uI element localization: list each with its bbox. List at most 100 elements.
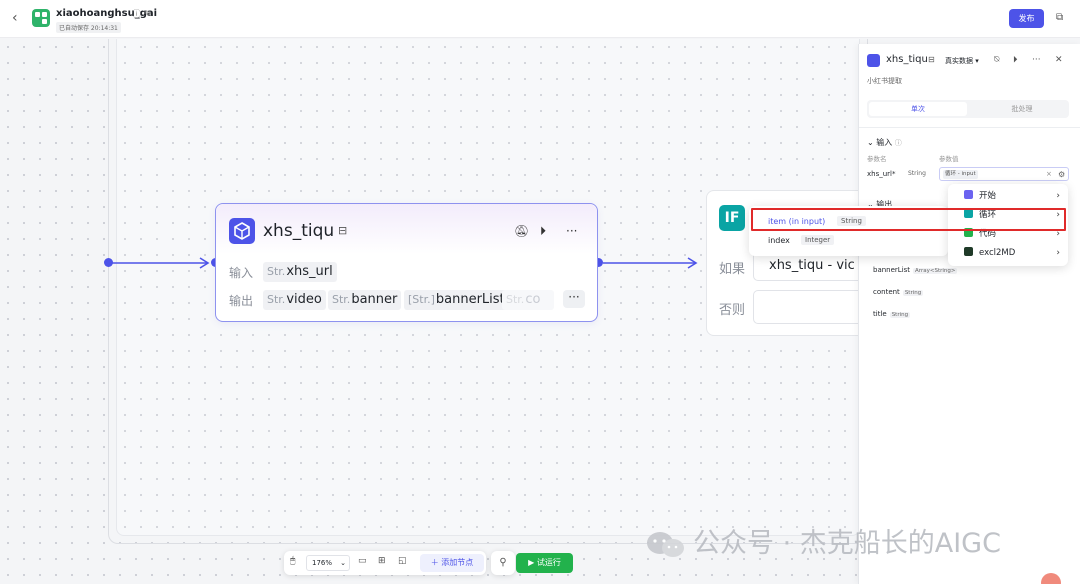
param-type: Str.: [506, 293, 525, 306]
else-field[interactable]: [753, 290, 867, 324]
output-row: bannerList Array<String>: [873, 266, 958, 274]
variable-tag: 循环 - input: [943, 170, 978, 179]
section-label: 输入: [876, 138, 893, 147]
mouse-icon[interactable]: 🖱︎: [290, 556, 295, 566]
play-icon[interactable]: ⏵︎: [540, 224, 546, 239]
tab-single[interactable]: 单次: [869, 102, 967, 116]
annotation-highlight: [751, 208, 1066, 231]
menu-item-excl2md[interactable]: excl2MD ›: [964, 245, 1064, 261]
output-type: Array<String>: [913, 268, 958, 274]
col-param-name: 参数名: [867, 155, 887, 163]
output-name: bannerList: [873, 266, 911, 274]
cube-icon: [229, 218, 255, 244]
param-name: xhs_url: [286, 264, 333, 279]
input-param-pill: Str.xhs_url: [263, 262, 337, 282]
output-param-pill: Str.co: [502, 290, 554, 310]
cube-icon: [867, 54, 880, 67]
node-title: xhs_tiqu: [263, 221, 335, 241]
watermark-text: 公众号 · 杰克船长的AIGC: [693, 528, 1001, 559]
top-bar: ‹ xiaohoanghsu_gai ⓘ ✎ 已自动保存 20:14:31 发布…: [0, 0, 1080, 38]
variable-type-badge: Integer: [801, 235, 835, 245]
output-param-pill: [Str.]bannerList: [404, 290, 509, 310]
node-settings-panel: xhs_tiqu ⊟ 真实数据 ▾ ⍉ ⏵︎ ··· ✕ 小红书提取 单次 批处…: [858, 44, 1080, 584]
zoom-select[interactable]: 176% ⌄: [306, 555, 350, 571]
info-icon[interactable]: ⓘ ✎: [132, 7, 151, 20]
add-node-button[interactable]: ＋ 添加节点: [420, 554, 484, 572]
zoom-value: 176%: [312, 559, 333, 567]
plugin-icon: [964, 247, 973, 256]
if-label: 如果: [719, 262, 746, 277]
param-type: Str.: [267, 293, 286, 306]
output-label: 输出: [229, 294, 254, 308]
comment-icon[interactable]: ▭: [358, 556, 367, 566]
output-name: title: [873, 310, 887, 318]
save-status: 已自动保存 20:14:31: [56, 22, 121, 33]
wrench-icon[interactable]: ⚲: [491, 551, 515, 575]
else-label: 否则: [719, 303, 746, 318]
param-name: banner: [351, 292, 398, 307]
chevron-right-icon: ›: [1056, 191, 1060, 201]
data-mode-label: 真实数据: [945, 57, 973, 65]
tab-batch[interactable]: 批处理: [977, 102, 1067, 116]
app-logo: [32, 9, 50, 27]
input-section-title[interactable]: ⌄ 输入 ⓘ: [867, 137, 902, 148]
bell-off-icon[interactable]: ⍉: [994, 55, 999, 65]
output-row: content String: [873, 288, 924, 296]
start-icon: [964, 190, 973, 199]
col-param-value: 参数值: [939, 155, 959, 163]
chevron-right-icon: ›: [1056, 248, 1060, 258]
publish-button[interactable]: 发布: [1009, 9, 1044, 28]
param-name: co: [525, 292, 541, 307]
info-icon: ⓘ: [894, 139, 902, 147]
wechat-logo-icon: [647, 531, 684, 557]
param-name: video: [286, 292, 322, 307]
chevron-left-icon[interactable]: ‹: [12, 10, 26, 26]
panel-description: 小红书提取: [867, 77, 902, 85]
copy-icon[interactable]: ⧉: [1056, 12, 1068, 24]
output-name: content: [873, 288, 900, 296]
play-icon[interactable]: ⏵︎: [1013, 55, 1018, 65]
divider: [859, 127, 1080, 128]
panel-title: xhs_tiqu: [886, 54, 928, 65]
data-mode-select[interactable]: 真实数据 ▾: [945, 56, 979, 66]
store-icon: ⊟: [338, 224, 348, 237]
workflow-node-xhs-tiqu[interactable]: xhs_tiqu ⊟ 🔕︎ ⏵︎ ··· 输入 Str.xhs_url 输出 S…: [215, 203, 598, 322]
chevron-down-icon: ⌄: [340, 559, 346, 567]
if-icon: IF: [719, 205, 745, 231]
clear-icon[interactable]: ×: [1046, 170, 1052, 179]
param-type: Str.: [267, 265, 286, 278]
connector-lines-right: [603, 257, 698, 269]
input-label: 输入: [229, 266, 254, 280]
param-value-input[interactable]: 循环 - input × ⚙: [939, 167, 1069, 181]
bell-off-icon[interactable]: 🔕︎: [514, 224, 529, 238]
menu-item-label: excl2MD: [979, 248, 1016, 258]
gear-icon[interactable]: ⚙: [1058, 169, 1065, 180]
variable-option-index[interactable]: index: [768, 236, 790, 245]
output-row: title String: [873, 310, 911, 318]
test-run-button[interactable]: ▶ 试运行: [516, 553, 573, 573]
close-icon[interactable]: ✕: [1055, 55, 1063, 65]
param-type: Str.: [332, 293, 351, 306]
output-param-pill: Str.banner: [328, 290, 402, 310]
run-mode-tabs: 单次 批处理: [867, 100, 1069, 118]
output-type: String: [889, 312, 911, 318]
watermark: 公众号 · 杰克船长的AIGC: [645, 521, 1045, 561]
param-type-label: String: [908, 170, 926, 177]
param-type: [Str.]: [408, 293, 435, 306]
menu-item-label: 开始: [979, 191, 997, 201]
port-dot-left[interactable]: [104, 258, 113, 267]
more-outputs-button[interactable]: ···: [563, 290, 585, 308]
output-param-pill: Str.video: [263, 290, 326, 310]
store-icon: ⊟: [928, 55, 935, 64]
bottom-toolbar: 🖱︎ 176% ⌄ ▭ ⊞ ◱ ＋ 添加节点: [284, 551, 486, 575]
more-icon[interactable]: ···: [566, 224, 577, 238]
grid-icon[interactable]: ⊞: [378, 556, 386, 566]
add-node-label: 添加节点: [441, 558, 474, 567]
more-icon[interactable]: ···: [1032, 55, 1041, 65]
output-type: String: [902, 290, 924, 296]
menu-item-start[interactable]: 开始 ›: [964, 188, 1064, 204]
param-name: bannerList: [435, 292, 505, 307]
param-name-label: xhs_url*: [867, 170, 896, 178]
minimap-icon[interactable]: ◱: [398, 556, 407, 566]
test-run-label: 试运行: [536, 558, 561, 567]
